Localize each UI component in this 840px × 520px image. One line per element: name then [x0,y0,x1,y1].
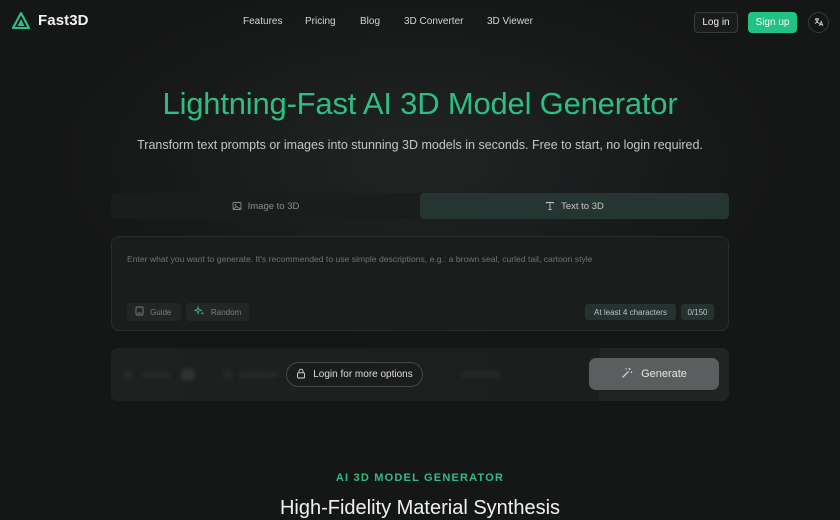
tab-text-to-3d[interactable]: Text to 3D [420,193,729,219]
magic-wand-icon [621,367,633,382]
hero-title: Lightning-Fast AI 3D Model Generator [162,86,678,121]
nav-item-3d-converter[interactable]: 3D Converter [404,16,463,27]
login-for-more-options-button[interactable]: Login for more options [286,362,423,387]
tab-image-to-3d[interactable]: Image to 3D [111,193,420,219]
nav-item-pricing[interactable]: Pricing [305,16,336,27]
prompt-box: Guide Random At least 4 characters 0/150 [111,236,729,331]
translate-icon [814,14,824,32]
generate-label: Generate [641,368,687,380]
language-button[interactable] [808,12,829,33]
login-button[interactable]: Log in [694,12,738,33]
random-button[interactable]: Random [186,303,249,321]
min-characters-hint: At least 4 characters [585,304,676,320]
random-label: Random [211,307,242,317]
site-header: Fast3D Features Pricing Blog 3D Converte… [0,0,840,44]
generation-mode-tabs: Image to 3D Text to 3D [111,193,729,219]
generate-button[interactable]: Generate [589,358,719,390]
signup-button[interactable]: Sign up [748,12,797,33]
tab-text-to-3d-label: Text to 3D [561,200,604,212]
guide-button[interactable]: Guide [127,303,181,321]
book-icon [135,306,144,318]
nav-item-3d-viewer[interactable]: 3D Viewer [487,16,533,27]
sparkles-icon [193,305,205,318]
image-icon [232,201,242,211]
generation-options-bar: Login for more options Generate [111,348,729,401]
lock-icon [296,368,306,382]
locked-option-placeholder [223,370,233,379]
tab-image-to-3d-label: Image to 3D [247,200,300,212]
locked-option-placeholder [239,371,279,378]
prompt-input[interactable] [127,254,717,294]
text-icon [545,201,555,211]
locked-option-placeholder [461,371,501,378]
locked-option-placeholder [123,370,133,379]
login-for-more-options-label: Login for more options [313,369,413,380]
nav-item-blog[interactable]: Blog [360,16,380,27]
character-counter: 0/150 [681,304,714,320]
nav-item-features[interactable]: Features [243,16,282,27]
section-eyebrow: AI 3D MODEL GENERATOR [335,472,505,484]
locked-option-placeholder [181,369,195,380]
guide-label: Guide [150,307,172,317]
hero-subtitle: Transform text prompts or images into st… [137,138,703,152]
locked-option-placeholder [141,371,171,378]
section-title: High-Fidelity Material Synthesis [279,497,561,519]
